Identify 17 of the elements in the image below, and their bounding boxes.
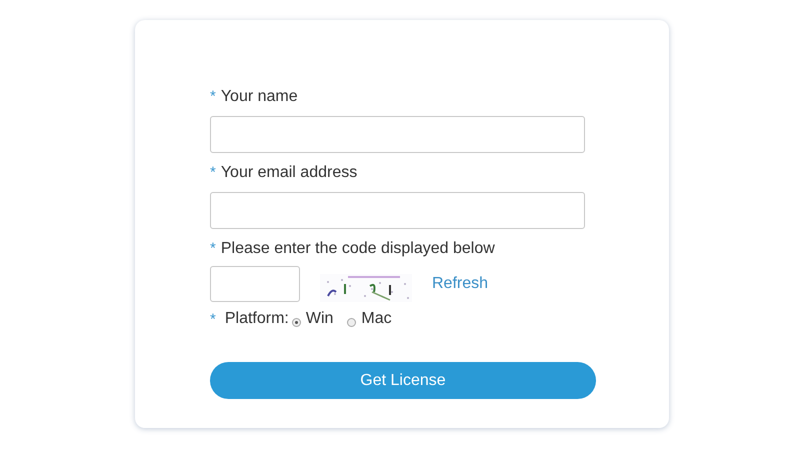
option-label: Win xyxy=(306,310,334,328)
field-label: Your email address xyxy=(220,164,358,182)
field-label: Please enter the code displayed below xyxy=(220,240,495,258)
field-label: Your name xyxy=(220,88,298,106)
input-field[interactable] xyxy=(210,266,300,302)
input-field[interactable] xyxy=(210,116,585,153)
required-asterisk: * xyxy=(210,310,216,328)
get-license-button[interactable]: Get License xyxy=(210,362,596,399)
required-asterisk: * xyxy=(210,164,216,181)
radio-button[interactable] xyxy=(292,318,301,326)
required-asterisk: * xyxy=(210,240,216,257)
radio-button[interactable] xyxy=(347,318,356,326)
required-asterisk: * xyxy=(210,88,216,105)
input-field[interactable] xyxy=(210,192,585,229)
refresh-link[interactable]: Refresh xyxy=(432,275,488,293)
option-label: Mac xyxy=(361,310,392,328)
field-label: Platform: xyxy=(224,310,289,328)
